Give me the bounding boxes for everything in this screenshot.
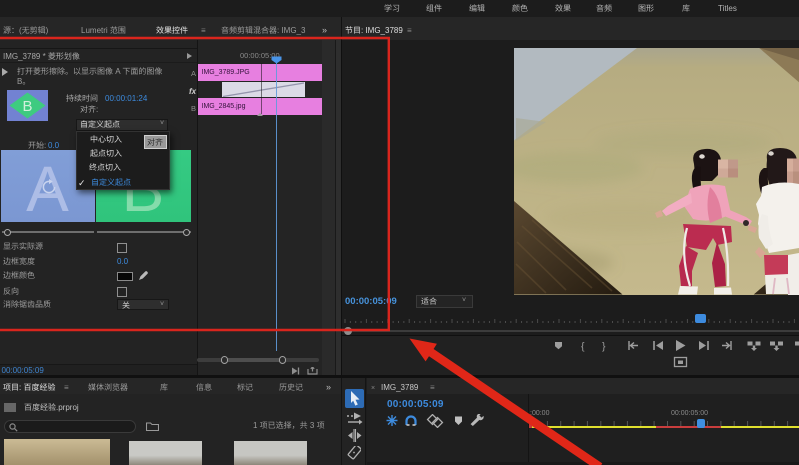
svg-text:}: } [602,341,606,353]
svg-text:B: B [22,98,32,115]
svg-text:{: { [581,341,585,353]
